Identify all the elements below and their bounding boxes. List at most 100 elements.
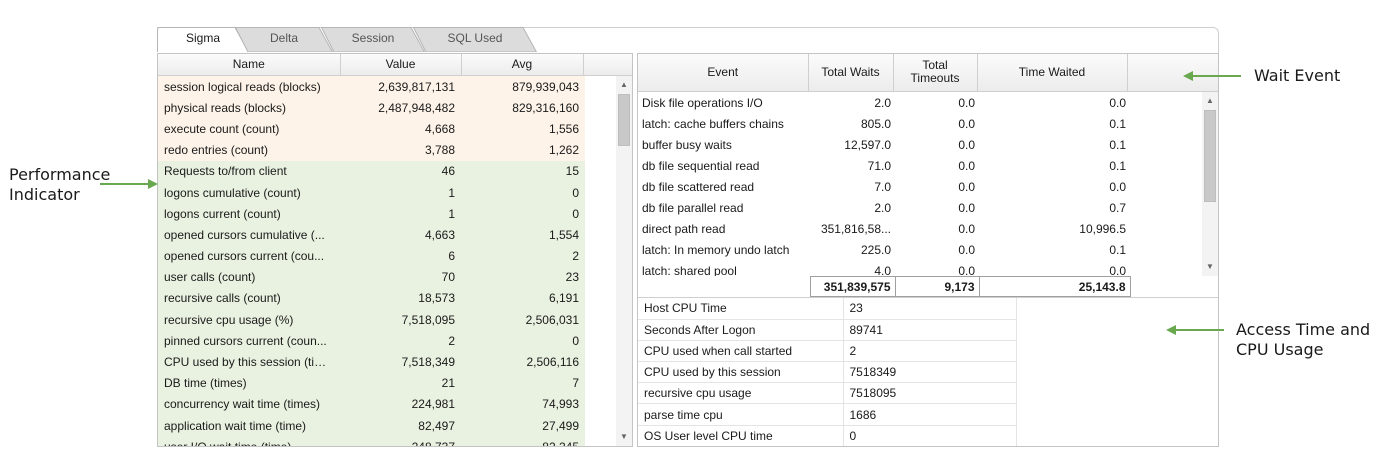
indicator-avg: 74,993 [461,393,585,415]
indicator-value: 4,663 [340,224,461,246]
total-timeouts: 0.0 [958,158,975,173]
indicator-name: user I/O wait time (time) [158,436,340,446]
column-header-time-waited[interactable]: Time Waited [977,54,1128,92]
table-row[interactable]: latch: cache buffers chains 805.0 0.0 0.1 [638,113,1130,134]
scroll-thumb[interactable] [1204,110,1216,202]
indicator-value: 18,573 [340,287,461,310]
wait-event-scrollbar[interactable]: ▲ ▼ [1202,92,1218,276]
table-row[interactable]: Host CPU Time 23 [638,298,1017,320]
indicator-avg: 1,556 [461,118,585,140]
right-panel: Event Total Waits Total Timeouts Time Wa… [637,53,1219,447]
table-row[interactable]: application wait time (time) 82,497 27,499 [158,415,585,437]
column-header-event[interactable]: Event [638,54,809,92]
table-row[interactable]: recursive cpu usage 7518095 [638,382,1017,405]
scroll-down-icon[interactable]: ▼ [1202,260,1218,274]
annotation-text: Performance [9,165,111,184]
table-row[interactable]: concurrency wait time (times) 224,981 74,9… [158,393,585,415]
table-row[interactable]: Requests to/from client 46 15 [158,160,585,182]
table-row[interactable]: user calls (count) 70 23 [158,266,585,288]
tab-session[interactable]: Session [321,27,425,52]
indicator-value: 70 [340,266,461,288]
table-row[interactable]: db file parallel read 2.0 0.0 0.7 [638,197,1130,218]
indicator-value: 7,518,349 [340,351,461,373]
table-row[interactable]: OS User level CPU time 0 [638,425,1017,446]
table-row[interactable]: parse time cpu 1686 [638,403,1017,426]
table-row[interactable]: db file sequential read 71.0 0.0 0.1 [638,155,1130,176]
total-timeouts: 0.0 [958,116,975,131]
annotation-arrow-right-icon [100,179,158,189]
table-row[interactable]: CPU used by this session (tim... 7,518,34… [158,351,585,373]
annotation-wait-event: Wait Event [1254,66,1341,85]
table-row[interactable]: CPU used when call started 2 [638,340,1017,363]
table-row[interactable]: execute count (count) 4,668 1,556 [158,118,585,140]
table-row[interactable]: recursive calls (count) 18,573 6,191 [158,287,585,310]
table-row[interactable]: pinned cursors current (coun... 2 0 [158,330,585,352]
indicator-avg: 15 [461,160,585,182]
performance-grid-body: session logical reads (blocks) 2,639,817,… [158,76,616,446]
indicator-avg: 879,939,043 [461,76,585,98]
table-row[interactable]: logons cumulative (count) 1 0 [158,181,585,204]
tab-sql-used[interactable]: SQL Used [413,27,537,52]
wait-event-grid-body: Disk file operations I/O 2.0 0.0 0.0 latch: … [638,92,1200,277]
performance-grid-header: Name Value Avg [158,54,632,76]
table-row[interactable]: db file scattered read 7.0 0.0 0.0 [638,176,1130,197]
column-header-total-waits[interactable]: Total Waits [808,54,894,92]
indicator-value: 7,518,095 [340,309,461,331]
cpu-metric-value: 23 [843,298,1017,320]
time-waited-sum: 25,143.8 [978,276,1131,297]
tab-label: SQL Used [447,31,503,45]
cpu-metric-label: CPU used when call started [638,340,844,363]
time-waited: 0.0 [1109,263,1126,277]
scroll-down-icon[interactable]: ▼ [616,430,632,444]
table-row[interactable]: latch: shared pool 4.0 0.0 0.0 [638,260,1130,277]
table-row[interactable]: Seconds After Logon 89741 [638,319,1017,341]
column-header-name[interactable]: Name [158,54,341,76]
table-row[interactable]: DB time (times) 21 7 [158,372,585,394]
indicator-value: 1 [340,181,461,204]
indicator-name: redo entries (count) [158,139,340,161]
table-row[interactable]: user I/O wait time (time)248,73782,245 [158,436,585,446]
table-row[interactable]: recursive cpu usage (%) 7,518,095 2,506,03… [158,309,585,331]
table-row[interactable]: latch: In memory undo latch 225.0 0.0 0.1 [638,239,1130,260]
cpu-metric-value: 0 [843,425,1017,446]
table-row[interactable]: physical reads (blocks) 2,487,948,482 829,… [158,97,585,119]
table-row[interactable]: session logical reads (blocks) 2,639,817,… [158,76,585,98]
table-row[interactable]: logons current (count) 1 0 [158,203,585,225]
column-header-value[interactable]: Value [340,54,462,76]
table-row[interactable]: Disk file operations I/O 2.0 0.0 0.0 [638,92,1130,113]
table-row[interactable]: direct path read 351,816,58... 0.0 10,996.5 [638,218,1130,239]
scroll-up-icon[interactable]: ▲ [1202,94,1218,108]
cpu-metric-value: 7518349 [843,361,1017,384]
column-header-avg[interactable]: Avg [461,54,584,76]
event-name: latch: shared pool [642,263,737,277]
table-row[interactable]: opened cursors cumulative (... 4,663 1,554 [158,224,585,246]
total-timeouts: 0.0 [958,263,975,277]
table-row[interactable]: opened cursors current (cou... 6 2 [158,245,585,267]
total-waits: 351,816,58... [820,221,891,236]
table-row[interactable]: CPU used by this session 7518349 [638,361,1017,384]
cpu-metric-value: 7518095 [843,382,1017,405]
annotation-access-time-cpu-usage: Access Time and CPU Usage [1236,320,1370,360]
indicator-name: physical reads (blocks) [158,97,340,119]
performance-grid-scrollbar[interactable]: ▲ ▼ [616,76,632,446]
annotation-arrow-left-icon [1183,71,1241,81]
event-name: latch: cache buffers chains [642,116,784,131]
indicator-avg: 0 [461,203,585,225]
column-header-total-timeouts[interactable]: Total Timeouts [893,54,978,92]
scroll-thumb[interactable] [618,94,630,146]
total-waits: 12,597.0 [844,137,891,152]
annotation-text: Indicator [9,185,80,204]
wait-event-grid-header: Event Total Waits Total Timeouts Time Wa… [638,54,1218,92]
indicator-avg: 1,262 [461,139,585,161]
tab-delta[interactable]: Delta [235,27,333,52]
time-waited: 0.1 [1109,137,1126,152]
indicator-value: 2,487,948,482 [340,97,461,119]
table-row[interactable]: redo entries (count) 3,788 1,262 [158,139,585,161]
scroll-up-icon[interactable]: ▲ [616,78,632,92]
total-timeouts-sum: 9,173 [894,276,980,297]
annotation-text: Access Time and [1236,320,1371,339]
total-waits: 225.0 [860,242,891,257]
totals-spacer [638,276,810,297]
table-row[interactable]: buffer busy waits 12,597.0 0.0 0.1 [638,134,1130,155]
indicator-avg: 0 [461,330,585,352]
